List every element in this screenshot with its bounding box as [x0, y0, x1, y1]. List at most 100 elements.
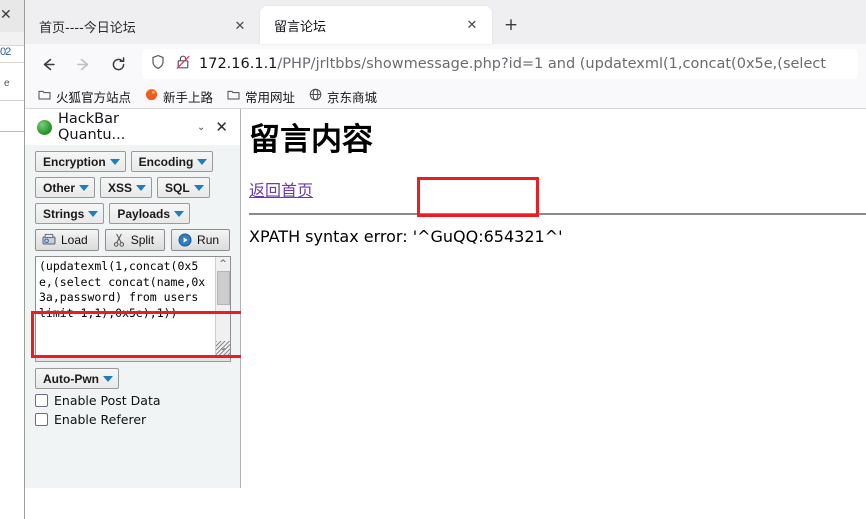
- auto-pwn-dropdown[interactable]: Auto-Pwn: [35, 368, 119, 389]
- new-tab-button[interactable]: +: [496, 10, 526, 40]
- textarea-resize-grip[interactable]: [216, 341, 230, 355]
- content-area: HackBar Quantu... ⌄ ✕ Encryption Encodin…: [25, 109, 866, 488]
- scissors-icon: [112, 233, 126, 247]
- enable-referer-row[interactable]: Enable Referer: [35, 412, 240, 427]
- hackbar-button-row-1: Encryption Encoding: [35, 151, 240, 172]
- chevron-down-icon[interactable]: ⌄: [197, 122, 205, 133]
- sql-dropdown[interactable]: SQL: [157, 177, 210, 198]
- navigation-toolbar: 172.16.1.1/PHP/jrltbbs/showmessage.php?i…: [25, 44, 866, 84]
- load-button[interactable]: Load: [35, 229, 99, 251]
- tab-close-icon[interactable]: ✕: [230, 16, 250, 36]
- xpath-error-message: XPATH syntax error: '^GuQQ:654321^': [249, 227, 866, 246]
- forward-button: [68, 49, 98, 79]
- tab-home-forum[interactable]: 首页----今日论坛 ✕: [25, 8, 260, 44]
- annotation-box-error: [417, 177, 539, 217]
- other-dropdown[interactable]: Other: [35, 177, 96, 198]
- scroll-up-icon[interactable]: ^: [216, 257, 231, 271]
- encryption-label: Encryption: [43, 154, 106, 169]
- enable-referer-checkbox[interactable]: [35, 413, 48, 426]
- chevron-down-icon: [136, 184, 147, 191]
- bookmark-label: 常用网址: [245, 89, 296, 105]
- split-label: Split: [130, 233, 155, 247]
- url-text: 172.16.1.1/PHP/jrltbbs/showmessage.php?i…: [199, 56, 826, 72]
- reload-button[interactable]: [103, 49, 133, 79]
- enable-post-data-row[interactable]: Enable Post Data: [35, 393, 240, 408]
- hackbar-panel: Encryption Encoding Other XSS SQL String…: [25, 145, 244, 488]
- url-bar[interactable]: 172.16.1.1/PHP/jrltbbs/showmessage.php?i…: [142, 49, 858, 79]
- xss-label: XSS: [108, 180, 133, 195]
- url-host: 172.16.1.1: [199, 56, 278, 72]
- chevron-down-icon: [109, 158, 120, 165]
- background-window-fragment-1: 02: [0, 46, 11, 58]
- page-title: 留言内容: [249, 122, 373, 158]
- background-window-divider: [0, 62, 24, 63]
- payloads-label: Payloads: [117, 206, 171, 221]
- browser-window: 首页----今日论坛 ✕ 留言论坛 ✕ + 172.16.1.1/PHP/jrl…: [24, 0, 866, 519]
- chevron-down-icon: [174, 210, 185, 217]
- other-label: Other: [43, 180, 76, 195]
- back-to-home-link[interactable]: 返回首页: [249, 177, 313, 201]
- payload-textarea[interactable]: (updatexml(1,concat(0x5e,(select concat(…: [35, 256, 231, 356]
- bookmarks-toolbar: 火狐官方站点 新手上路 常用网址 京东商城: [25, 84, 866, 109]
- bookmark-label: 火狐官方站点: [56, 89, 132, 105]
- bookmark-jd-mall[interactable]: 京东商城: [302, 85, 384, 108]
- hackbar-button-row-2: Other XSS SQL: [35, 177, 240, 198]
- strings-dropdown[interactable]: Strings: [35, 203, 105, 224]
- hackbar-sidebar: HackBar Quantu... ⌄ ✕ Encryption Encodin…: [25, 109, 244, 488]
- encoding-label: Encoding: [138, 154, 194, 169]
- background-window-row: [0, 32, 24, 46]
- chevron-down-icon: [79, 184, 90, 191]
- bookmark-beginner[interactable]: 新手上路: [138, 85, 220, 108]
- strings-label: Strings: [43, 206, 85, 221]
- tab-strip: 首页----今日论坛 ✕ 留言论坛 ✕ +: [25, 0, 866, 44]
- chevron-down-icon: [103, 375, 113, 382]
- encryption-dropdown[interactable]: Encryption: [35, 151, 126, 172]
- back-button[interactable]: [33, 49, 63, 79]
- error-prefix: XPATH syntax error: '^: [249, 226, 431, 246]
- background-window-fragment-2: e: [4, 78, 10, 89]
- sql-label: SQL: [165, 180, 190, 195]
- bookmark-firefox-official[interactable]: 火狐官方站点: [31, 85, 138, 108]
- background-window-divider: [0, 100, 24, 101]
- background-window: ✕ 02 e: [0, 0, 24, 519]
- bookmark-label: 京东商城: [327, 89, 378, 105]
- enable-post-data-checkbox[interactable]: [35, 394, 48, 407]
- lock-crossed-icon[interactable]: [175, 54, 191, 75]
- url-path: /PHP/jrltbbs/showmessage.php?id=1 and (u…: [277, 56, 827, 72]
- hackbar-button-row-3: Strings Payloads: [35, 203, 240, 224]
- chevron-down-icon: [88, 210, 99, 217]
- load-icon: [42, 233, 56, 247]
- auto-pwn-label: Auto-Pwn: [43, 371, 99, 386]
- run-button[interactable]: Run: [171, 229, 231, 251]
- chevron-down-icon: [193, 184, 204, 191]
- background-window-close-icon[interactable]: ✕: [0, 7, 12, 23]
- globe-icon: [309, 88, 322, 104]
- hackbar-action-row: Load Split Run: [35, 229, 240, 251]
- sidebar-title: HackBar Quantu...: [58, 111, 126, 143]
- bookmark-label: 新手上路: [163, 89, 214, 105]
- scrollbar-thumb[interactable]: [216, 271, 230, 305]
- payloads-dropdown[interactable]: Payloads: [109, 203, 191, 224]
- tab-label: 留言论坛: [274, 19, 327, 35]
- shield-icon[interactable]: [150, 54, 166, 75]
- chevron-down-icon: [197, 158, 208, 165]
- tab-close-icon[interactable]: ✕: [462, 15, 482, 35]
- horizontal-divider: [249, 212, 866, 215]
- bookmark-common-sites[interactable]: 常用网址: [220, 85, 302, 108]
- tab-label: 首页----今日论坛: [39, 20, 136, 36]
- error-suffix: ^': [544, 226, 563, 246]
- error-highlight-text: GuQQ:654321: [430, 226, 545, 246]
- sidebar-close-icon[interactable]: ✕: [211, 118, 232, 136]
- run-label: Run: [197, 233, 220, 247]
- load-label: Load: [61, 233, 88, 247]
- background-window-titlebar: ✕: [0, 0, 24, 32]
- xss-dropdown[interactable]: XSS: [100, 177, 153, 198]
- tab-message-forum[interactable]: 留言论坛 ✕: [260, 6, 492, 44]
- sidebar-header: HackBar Quantu... ⌄ ✕: [25, 109, 240, 145]
- encoding-dropdown[interactable]: Encoding: [130, 151, 214, 172]
- web-page-content: 留言内容 返回首页 XPATH syntax error: '^GuQQ:654…: [241, 109, 866, 488]
- firefox-icon: [145, 88, 158, 104]
- enable-post-data-label: Enable Post Data: [54, 393, 161, 408]
- play-icon: [178, 233, 192, 247]
- split-button[interactable]: Split: [104, 229, 166, 251]
